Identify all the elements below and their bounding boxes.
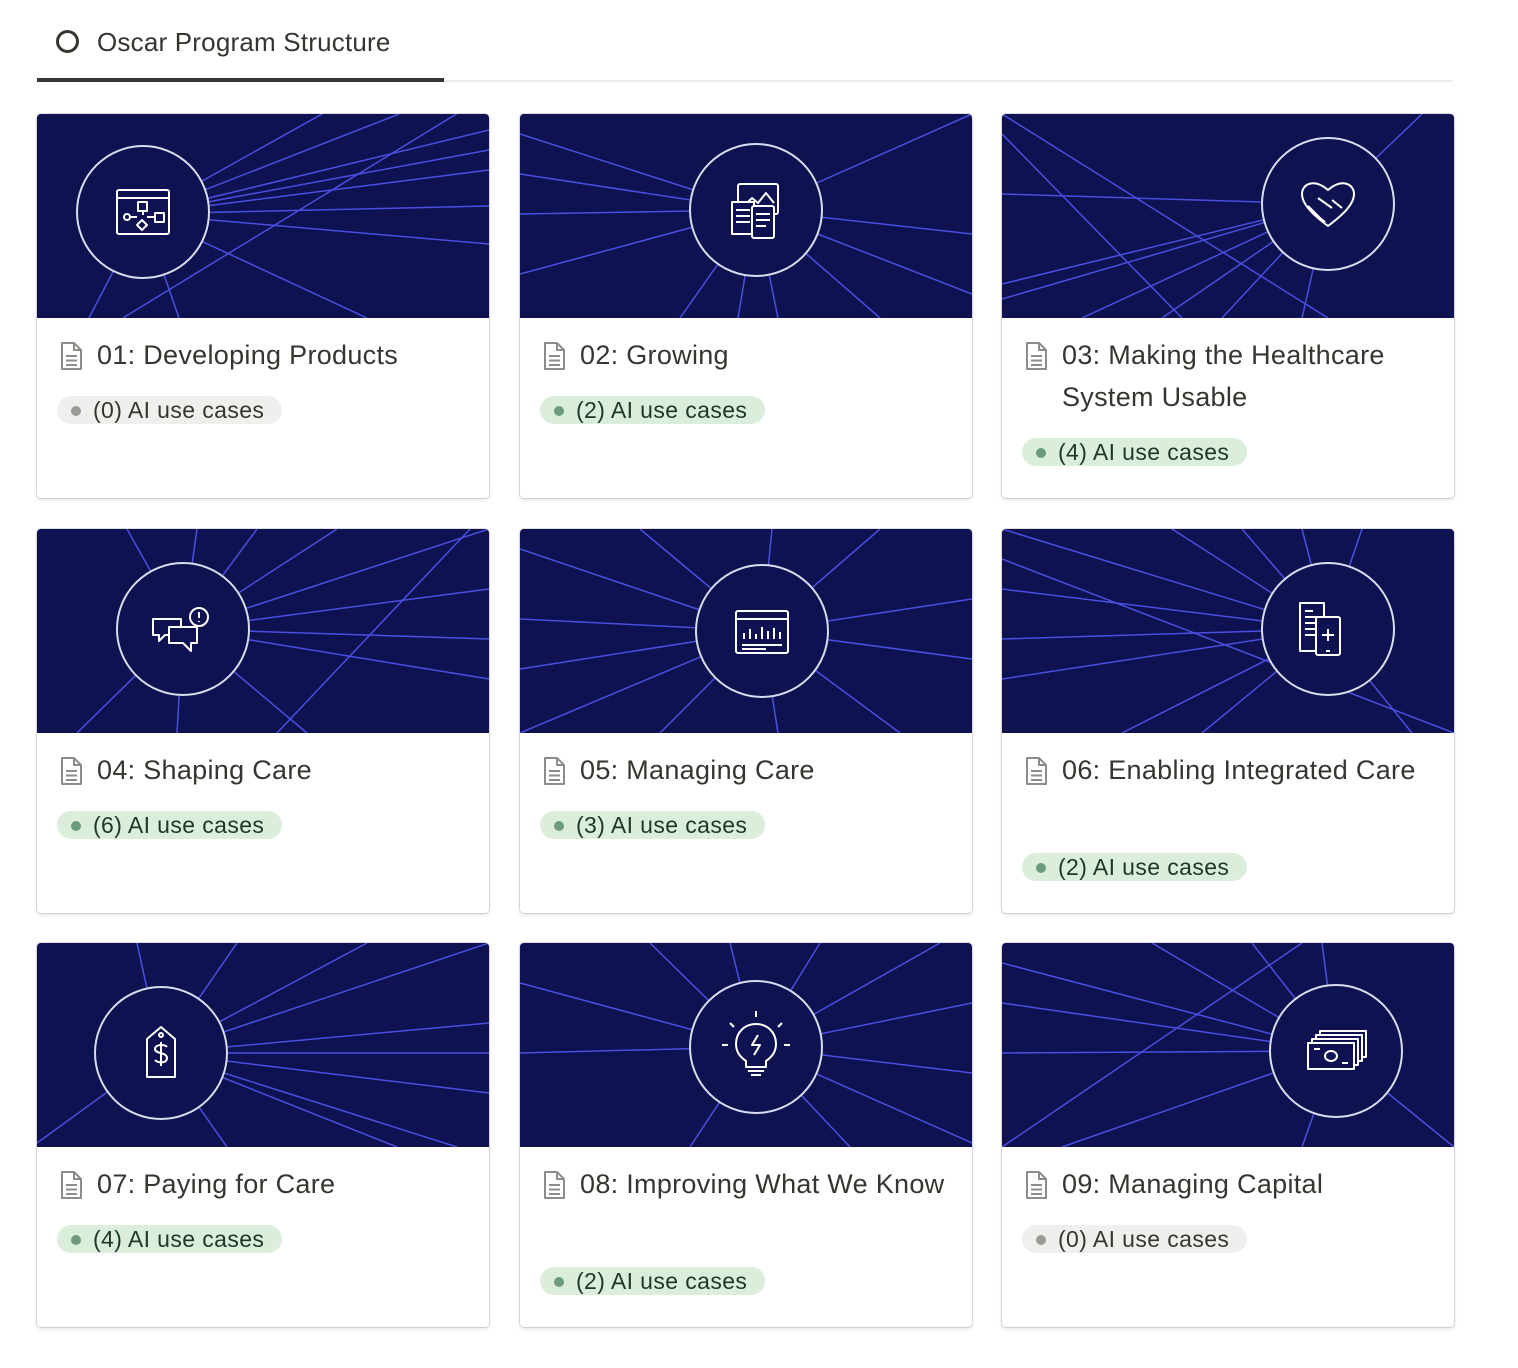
ai-use-cases-tag: (4) AI use cases <box>57 1225 283 1253</box>
gallery-card-04[interactable]: 04: Shaping Care (6) AI use cases <box>37 529 489 913</box>
gallery-card-01[interactable]: 01: Developing Products (0) AI use cases <box>37 114 489 498</box>
cash-stack-icon <box>1307 1030 1367 1070</box>
ai-use-cases-tag: (6) AI use cases <box>57 811 283 839</box>
page-icon <box>59 341 83 371</box>
circle-icon <box>56 30 79 53</box>
ai-use-cases-tag: (3) AI use cases <box>540 811 766 839</box>
cover-image <box>520 114 972 318</box>
card-title: 05: Managing Care <box>580 755 815 785</box>
cover-image <box>1002 114 1454 318</box>
cover-image <box>37 529 489 733</box>
ai-use-cases-tag: (2) AI use cases <box>540 396 766 424</box>
card-title: 06: Enabling Integrated Care <box>1062 755 1416 785</box>
ai-use-cases-tag: (0) AI use cases <box>1022 1225 1248 1253</box>
page-icon <box>542 756 566 786</box>
page-icon <box>1024 341 1048 371</box>
card-title: 01: Developing Products <box>97 340 399 370</box>
gallery-card-03[interactable]: 03: Making the Healthcare System Usable … <box>1002 114 1454 498</box>
page-icon <box>59 756 83 786</box>
ai-use-cases-tag: (0) AI use cases <box>57 396 283 424</box>
gallery-card-02[interactable]: 02: Growing (2) AI use cases <box>520 114 972 498</box>
cover-image <box>37 943 489 1147</box>
page-icon <box>1024 756 1048 786</box>
cover-image <box>520 529 972 733</box>
card-title: 07: Paying for Care <box>97 1169 336 1199</box>
page-icon <box>59 1170 83 1200</box>
cover-image <box>37 114 489 318</box>
view-tab-bar: Oscar Program Structure <box>37 0 1453 82</box>
gallery-card-09[interactable]: 09: Managing Capital (0) AI use cases <box>1002 943 1454 1327</box>
ai-use-cases-tag: (2) AI use cases <box>1022 853 1248 881</box>
page-icon <box>542 341 566 371</box>
tab-label: Oscar Program Structure <box>97 27 391 57</box>
gallery-card-05[interactable]: 05: Managing Care (3) AI use cases <box>520 529 972 913</box>
card-title: 03: Making the Healthcare System Usable <box>1062 340 1385 412</box>
gallery-card-06[interactable]: 06: Enabling Integrated Care (2) AI use … <box>1002 529 1454 913</box>
tab-oscar-program-structure[interactable]: Oscar Program Structure <box>37 0 444 82</box>
card-title: 08: Improving What We Know <box>580 1169 945 1199</box>
page-icon <box>542 1170 566 1200</box>
cover-image <box>520 943 972 1147</box>
gallery-card-07[interactable]: 07: Paying for Care (4) AI use cases <box>37 943 489 1327</box>
card-title: 02: Growing <box>580 340 729 370</box>
cover-image <box>1002 943 1454 1147</box>
gallery-card-08[interactable]: 08: Improving What We Know (2) AI use ca… <box>520 943 972 1327</box>
ai-use-cases-tag: (2) AI use cases <box>540 1267 766 1295</box>
card-title: 04: Shaping Care <box>97 755 312 785</box>
card-title: 09: Managing Capital <box>1062 1169 1324 1199</box>
cover-image <box>1002 529 1454 733</box>
page-icon <box>1024 1170 1048 1200</box>
ai-use-cases-tag: (4) AI use cases <box>1022 438 1248 466</box>
